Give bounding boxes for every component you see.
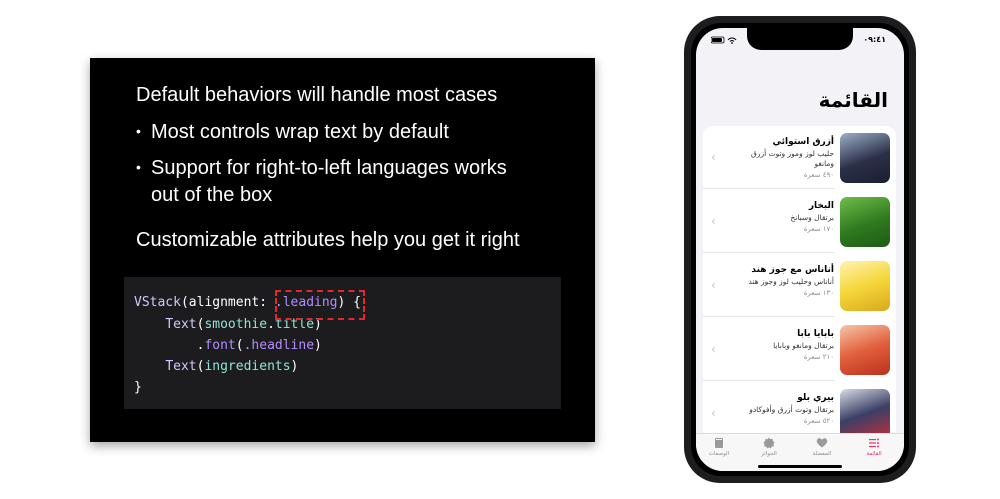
code-line: } xyxy=(134,380,142,395)
bullet-dot: • xyxy=(136,123,141,139)
separator xyxy=(703,380,834,381)
book-icon xyxy=(715,438,723,448)
smoothie-image xyxy=(840,325,890,375)
tab-recipes[interactable]: الوصفات xyxy=(699,437,739,457)
tab-label: الوصفات xyxy=(708,451,730,457)
item-calories: ١٧٠ سعرة xyxy=(803,225,834,233)
tab-label: القائمة xyxy=(866,451,882,457)
status-icons xyxy=(711,36,737,44)
smoothie-image xyxy=(840,133,890,183)
tab-menu[interactable]: القائمة xyxy=(854,437,894,457)
item-name: أناناس مع جوز هند xyxy=(751,265,834,275)
tab-rewards[interactable]: الجوائز xyxy=(749,437,789,457)
item-calories: ٤٩٠ سعرة xyxy=(803,171,834,179)
phone-frame: ٠٩:٤١ القائمة أزرق استوائي حليب لوز وموز… xyxy=(684,16,916,483)
menu-list: أزرق استوائي حليب لوز وموز وتوت أزرق وما… xyxy=(703,126,896,448)
chevron-left-icon: ‹ xyxy=(711,278,716,292)
heart-icon xyxy=(816,438,828,448)
slide: Default behaviors will handle most cases… xyxy=(90,58,595,442)
chevron-left-icon: ‹ xyxy=(711,214,716,228)
separator xyxy=(703,188,834,189)
smoothie-image xyxy=(840,197,890,247)
code-block: VStack(alignment: .leading) { Text(smoot… xyxy=(124,277,561,409)
chevron-left-icon: ‹ xyxy=(711,342,716,356)
smoothie-image xyxy=(840,389,890,439)
tab-bar: الوصفات الجوائز المفضلة القائمة xyxy=(696,433,904,471)
item-calories: ١٣٠ سعرة xyxy=(803,289,834,297)
list-icon xyxy=(869,438,879,448)
item-ingredients: حليب لوز وموز وتوت أزرق ومانغو xyxy=(751,149,834,168)
item-name: بابايا بابا xyxy=(797,329,834,339)
slide-subheading: Customizable attributes help you get it … xyxy=(136,229,520,251)
separator xyxy=(703,252,834,253)
tab-label: الجوائز xyxy=(761,451,777,457)
smoothie-image xyxy=(840,261,890,311)
badge-icon xyxy=(763,437,775,449)
item-name: بيري بلو xyxy=(797,393,834,403)
code-line: .font(.headline) xyxy=(196,338,322,353)
page-title: القائمة xyxy=(818,88,888,112)
item-ingredients: برتقال وتوت أزرق وأفوكادو xyxy=(749,405,834,414)
item-ingredients: أناناس وحليب لوز وجوز هند xyxy=(748,277,834,286)
status-time: ٠٩:٤١ xyxy=(863,35,886,44)
bullet-dot: • xyxy=(136,159,141,175)
code-line: Text(ingredients) xyxy=(165,359,299,374)
bullet-text: out of the box xyxy=(151,184,273,206)
item-ingredients: برتقال وسبانخ xyxy=(790,213,834,222)
notch xyxy=(747,28,853,50)
tab-label: المفضلة xyxy=(812,451,832,457)
chevron-left-icon: ‹ xyxy=(711,150,716,164)
bullet-text: Most controls wrap text by default xyxy=(151,121,449,143)
item-calories: ٢١٠ سعرة xyxy=(803,353,834,361)
separator xyxy=(703,316,834,317)
phone-screen: ٠٩:٤١ القائمة أزرق استوائي حليب لوز وموز… xyxy=(696,28,904,471)
tab-favorites[interactable]: المفضلة xyxy=(802,437,842,457)
item-name: أزرق استوائي xyxy=(772,137,834,147)
list-item[interactable]: أزرق استوائي حليب لوز وموز وتوت أزرق وما… xyxy=(703,126,896,189)
list-item[interactable]: أناناس مع جوز هند أناناس وحليب لوز وجوز … xyxy=(703,254,896,317)
slide-heading: Default behaviors will handle most cases xyxy=(136,84,498,106)
item-name: البخار xyxy=(808,201,834,211)
bullet-text: Support for right-to-left languages work… xyxy=(151,157,507,179)
chevron-left-icon: ‹ xyxy=(711,406,716,420)
item-calories: ٥٢٠ سعرة xyxy=(803,417,834,425)
list-item[interactable]: بابايا بابا برتقال ومانغو وبابايا ٢١٠ سع… xyxy=(703,318,896,381)
item-ingredients: برتقال ومانغو وبابايا xyxy=(773,341,834,350)
home-indicator xyxy=(758,465,842,468)
highlight-box xyxy=(275,290,365,320)
list-item[interactable]: البخار برتقال وسبانخ ١٧٠ سعرة ‹ xyxy=(703,190,896,253)
